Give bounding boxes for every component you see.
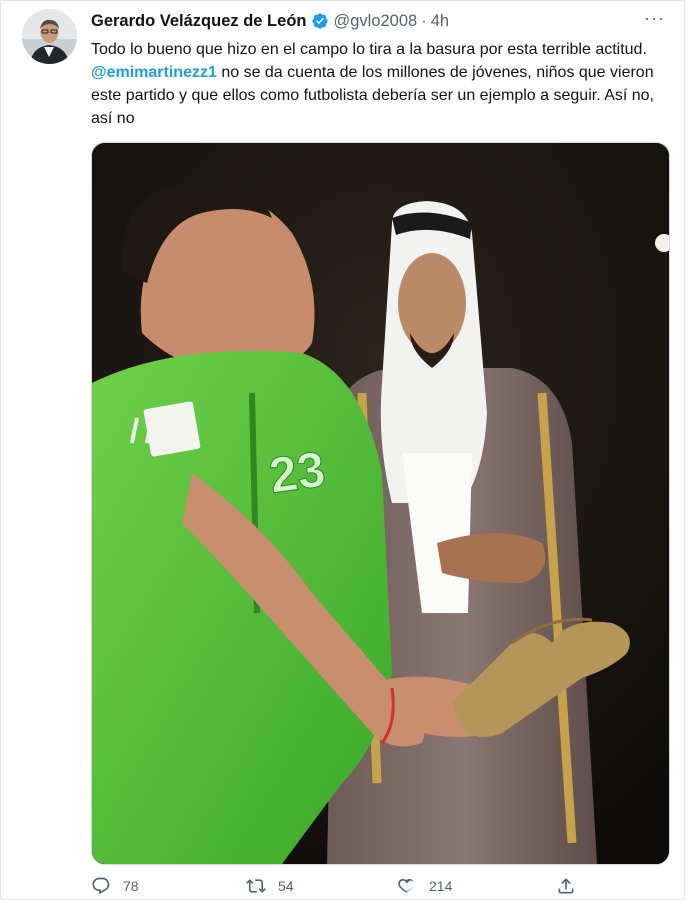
reply-button[interactable]: 78 — [91, 876, 139, 896]
separator-dot: · — [421, 11, 427, 30]
like-count: 214 — [429, 878, 453, 894]
share-icon — [558, 878, 574, 894]
retweet-button[interactable]: 54 — [246, 876, 294, 896]
reply-icon — [92, 877, 110, 895]
more-icon[interactable]: ··· — [644, 8, 665, 29]
reply-count: 78 — [123, 878, 139, 894]
photo-illustration: 23 — [92, 143, 669, 864]
author-avatar[interactable] — [22, 9, 77, 64]
tweet-photo[interactable]: 23 — [91, 142, 670, 865]
retweet-count: 54 — [278, 878, 294, 894]
tweet-actions: 78 54 214 — [91, 876, 591, 900]
tweet-text-part1: Todo lo bueno que hizo en el campo lo ti… — [91, 41, 647, 58]
tweet-text: Todo lo bueno que hizo en el campo lo ti… — [91, 38, 661, 130]
author-handle[interactable]: @gvlo2008 — [333, 12, 417, 31]
retweet-icon — [246, 879, 266, 893]
verified-badge-icon — [312, 13, 329, 29]
like-icon — [398, 878, 415, 894]
author-name[interactable]: Gerardo Velázquez de León — [91, 12, 306, 31]
share-button[interactable] — [556, 876, 576, 896]
tweet-header: Gerardo Velázquez de León @gvlo2008 · 4h — [91, 9, 671, 33]
jersey-number: 23 — [266, 441, 329, 504]
tweet-timestamp[interactable]: 4h — [431, 12, 449, 31]
mention-link[interactable]: @emimartinezz1 — [91, 64, 217, 81]
like-button[interactable]: 214 — [397, 876, 452, 896]
